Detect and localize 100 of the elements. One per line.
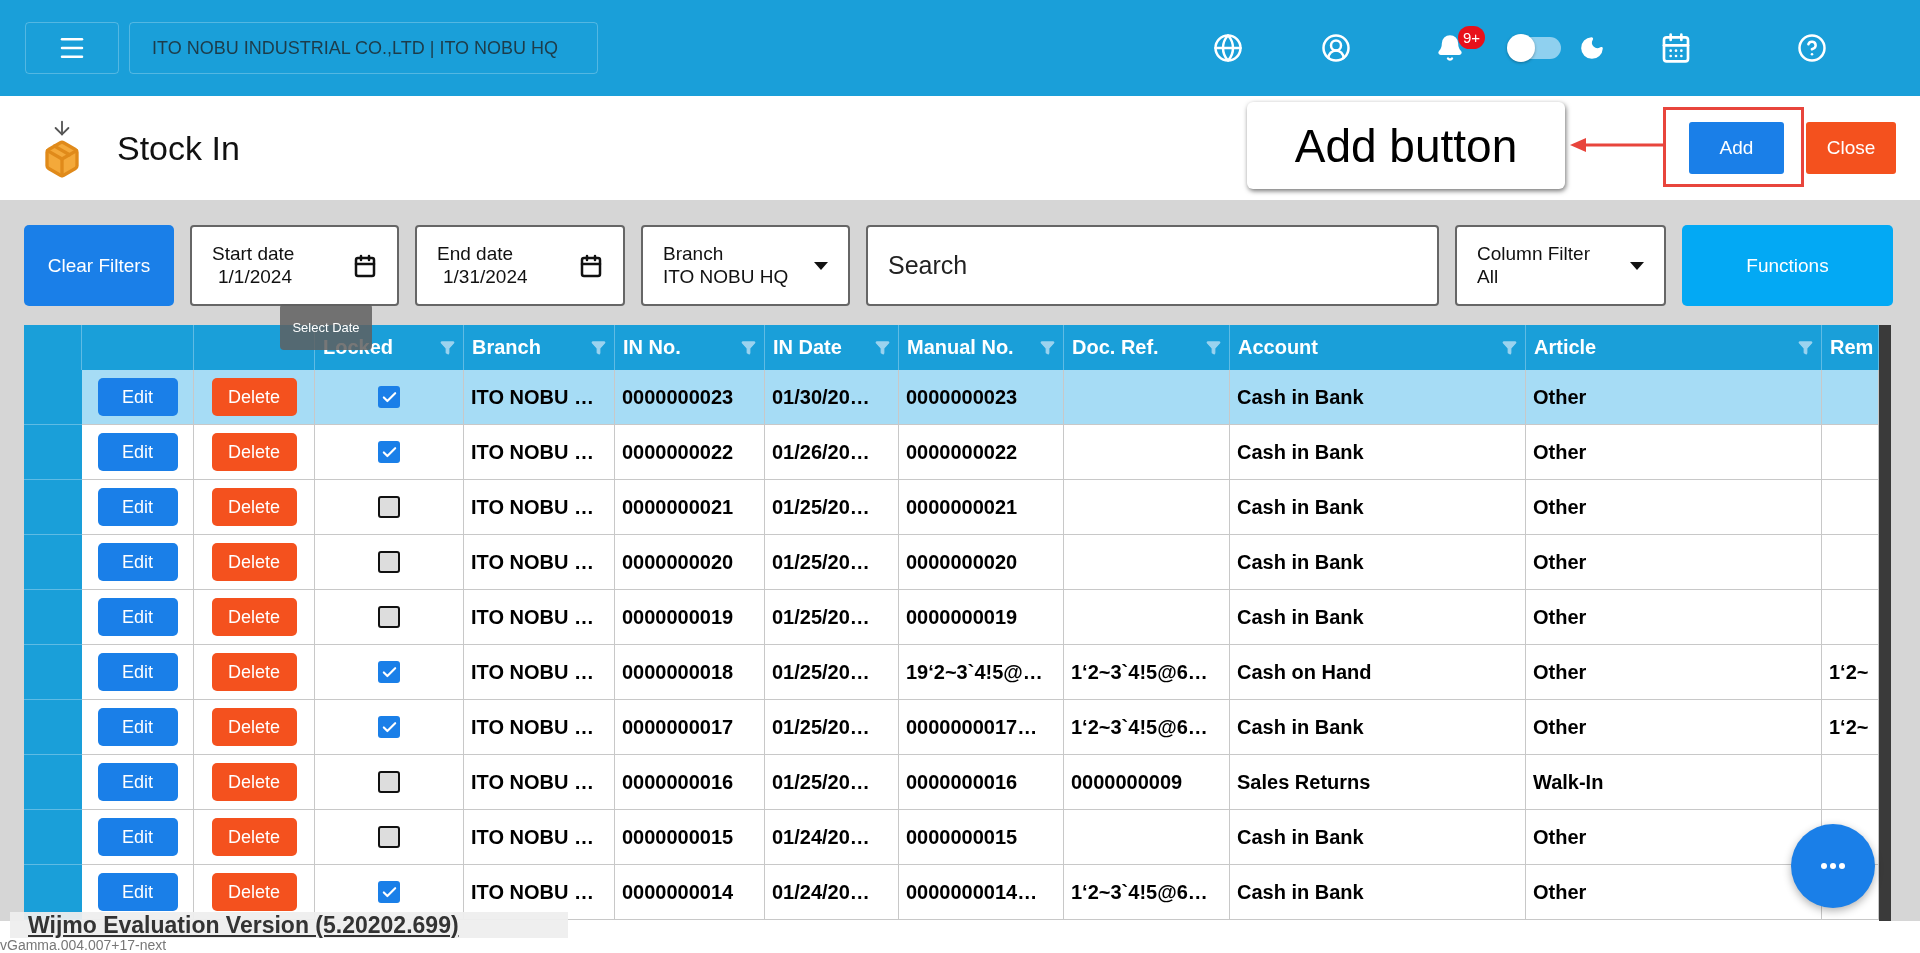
checkbox[interactable]	[378, 881, 400, 903]
cell-text: 0000000016	[906, 770, 1018, 794]
user-icon[interactable]	[1320, 33, 1351, 63]
delete-button[interactable]: Delete	[211, 818, 297, 856]
calendar-icon	[579, 253, 603, 278]
row-header	[24, 645, 82, 700]
cell-text: ITO NOBU …	[471, 440, 594, 464]
notification-bell-icon[interactable]	[1435, 34, 1464, 62]
filter-icon[interactable]	[1798, 340, 1813, 355]
date-field[interactable]: End date 1/31/2024	[415, 225, 625, 306]
column-header[interactable]: IN No.	[615, 325, 765, 370]
row-header	[24, 480, 82, 535]
cell-text: ITO NOBU …	[471, 770, 594, 794]
filter-icon[interactable]	[591, 340, 606, 355]
cell-text: 0000000023	[622, 385, 734, 409]
cell-text: Cash in Bank	[1237, 440, 1364, 464]
checkbox[interactable]	[378, 606, 400, 628]
column-header[interactable]: Branch	[464, 325, 615, 370]
checkbox[interactable]	[378, 441, 400, 463]
edit-button[interactable]: Edit	[97, 543, 178, 581]
filter-icon[interactable]	[1502, 340, 1517, 355]
cell-text: 1‘2~3`4!5@6…	[1071, 660, 1208, 684]
cell-text: Cash in Bank	[1237, 880, 1364, 904]
edit-button[interactable]: Edit	[97, 818, 178, 856]
edit-button[interactable]: Edit	[97, 873, 178, 911]
menu-button[interactable]	[25, 22, 119, 74]
filter-icon[interactable]	[1206, 340, 1221, 355]
search-field[interactable]: Search	[866, 225, 1439, 306]
cell-text: Cash in Bank	[1237, 825, 1364, 849]
edit-button[interactable]: Edit	[97, 653, 178, 691]
column-filter-dropdown[interactable]: Column Filter All	[1455, 225, 1666, 306]
row-header	[24, 755, 82, 810]
cell-text: Walk-In	[1533, 770, 1604, 794]
cell-text: 1‘2~3`4!5@6…	[1071, 880, 1208, 904]
delete-button[interactable]: Delete	[211, 433, 297, 471]
checkbox[interactable]	[378, 716, 400, 738]
dropdown-caret-icon	[814, 261, 828, 270]
add-button[interactable]: Add	[1689, 122, 1784, 174]
delete-button[interactable]: Delete	[211, 543, 297, 581]
cell-text: 01/30/20…	[772, 385, 870, 409]
cell-text: ITO NOBU …	[471, 385, 594, 409]
date-field[interactable]: Start date 1/1/2024	[190, 225, 399, 306]
help-icon[interactable]	[1797, 33, 1827, 63]
row-header	[24, 535, 82, 590]
checkbox[interactable]	[378, 551, 400, 573]
cell-text: 01/24/20…	[772, 880, 870, 904]
checkbox[interactable]	[378, 826, 400, 848]
cell-text: 0000000022	[622, 440, 734, 464]
checkbox[interactable]	[378, 661, 400, 683]
clear-filters-button[interactable]: Clear Filters	[24, 225, 174, 306]
filter-icon[interactable]	[1040, 340, 1055, 355]
delete-button[interactable]: Delete	[211, 708, 297, 746]
filter-icon[interactable]	[741, 340, 756, 355]
edit-button[interactable]: Edit	[97, 598, 178, 636]
cell-text: Cash in Bank	[1237, 715, 1364, 739]
moon-icon	[1579, 35, 1605, 61]
row-header	[24, 425, 82, 480]
cell-text: 0000000015	[906, 825, 1018, 849]
cell-text: 0000000016	[622, 770, 734, 794]
notification-badge: 9+	[1457, 26, 1485, 49]
close-button[interactable]: Close	[1806, 122, 1896, 174]
edit-button[interactable]: Edit	[97, 708, 178, 746]
cell-text: Other	[1533, 495, 1587, 519]
cell-text: 1‘2~	[1829, 715, 1869, 739]
edit-button[interactable]: Edit	[97, 433, 178, 471]
delete-button[interactable]: Delete	[211, 488, 297, 526]
delete-button[interactable]: Delete	[211, 378, 297, 416]
filter-icon[interactable]	[875, 340, 890, 355]
cell-text: 0000000022	[906, 440, 1018, 464]
cell-text: 0000000015	[622, 825, 734, 849]
checkbox[interactable]	[378, 771, 400, 793]
cell-text: Cash on Hand	[1237, 660, 1372, 684]
column-header[interactable]: Account	[1230, 325, 1526, 370]
delete-button[interactable]: Delete	[211, 598, 297, 636]
filter-icon[interactable]	[440, 340, 455, 355]
calendar-icon	[353, 253, 377, 278]
cell-text: 01/25/20…	[772, 660, 870, 684]
dark-mode-toggle[interactable]	[1509, 37, 1561, 59]
column-header[interactable]: Rem	[1822, 325, 1879, 370]
column-header[interactable]: Manual No.	[899, 325, 1064, 370]
column-header[interactable]: IN Date	[765, 325, 899, 370]
edit-button[interactable]: Edit	[97, 763, 178, 801]
column-header[interactable]: Doc. Ref.	[1064, 325, 1230, 370]
checkbox[interactable]	[378, 386, 400, 408]
more-icon	[1821, 863, 1845, 869]
delete-button[interactable]: Delete	[211, 873, 297, 911]
cell-text: 01/24/20…	[772, 825, 870, 849]
edit-button[interactable]: Edit	[97, 488, 178, 526]
cell-text: Other	[1533, 880, 1587, 904]
cell-text: 0000000019	[622, 605, 734, 629]
edit-button[interactable]: Edit	[97, 378, 178, 416]
column-header[interactable]: Article	[1526, 325, 1822, 370]
cell-text: Cash in Bank	[1237, 605, 1364, 629]
globe-icon[interactable]	[1212, 33, 1243, 63]
functions-button[interactable]: Functions	[1682, 225, 1893, 306]
calendar-icon[interactable]	[1660, 32, 1692, 64]
checkbox[interactable]	[378, 496, 400, 518]
branch-dropdown[interactable]: Branch ITO NOBU HQ	[641, 225, 850, 306]
delete-button[interactable]: Delete	[211, 653, 297, 691]
delete-button[interactable]: Delete	[211, 763, 297, 801]
